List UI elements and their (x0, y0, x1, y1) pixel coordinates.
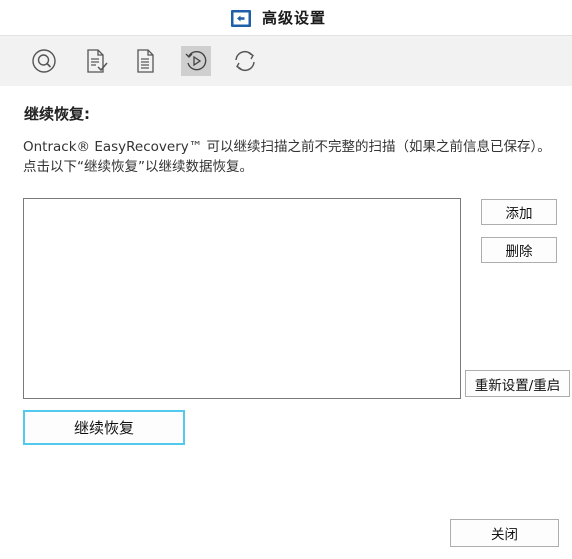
section-heading: 继续恢复: (24, 105, 90, 123)
document-check-icon (83, 48, 109, 74)
add-button[interactable]: 添加 (481, 199, 557, 225)
delete-button[interactable]: 删除 (481, 237, 557, 263)
title-bar: 高级设置 (0, 0, 572, 35)
reset-restart-button[interactable]: 重新设置/重启 (465, 370, 570, 397)
toolbar (0, 35, 572, 86)
close-button[interactable]: 关闭 (450, 519, 559, 547)
description-text: Ontrack® EasyRecovery™ 可以继续扫描之前不完整的扫描（如果… (23, 139, 551, 175)
toolbar-button-resume[interactable] (181, 46, 211, 76)
toolbar-button-refresh[interactable] (230, 46, 260, 76)
refresh-icon (232, 48, 258, 74)
resume-recovery-button[interactable]: 继续恢复 (23, 410, 185, 445)
window-title: 高级设置 (261, 9, 326, 27)
scan-search-icon (31, 48, 57, 74)
back-folder-icon[interactable] (230, 8, 252, 28)
resume-recovery-icon (183, 48, 209, 74)
saved-scans-list[interactable] (23, 198, 461, 399)
toolbar-button-scan[interactable] (29, 46, 59, 76)
toolbar-button-document-check[interactable] (81, 46, 111, 76)
document-list-icon (133, 48, 159, 74)
toolbar-button-document-list[interactable] (131, 46, 161, 76)
